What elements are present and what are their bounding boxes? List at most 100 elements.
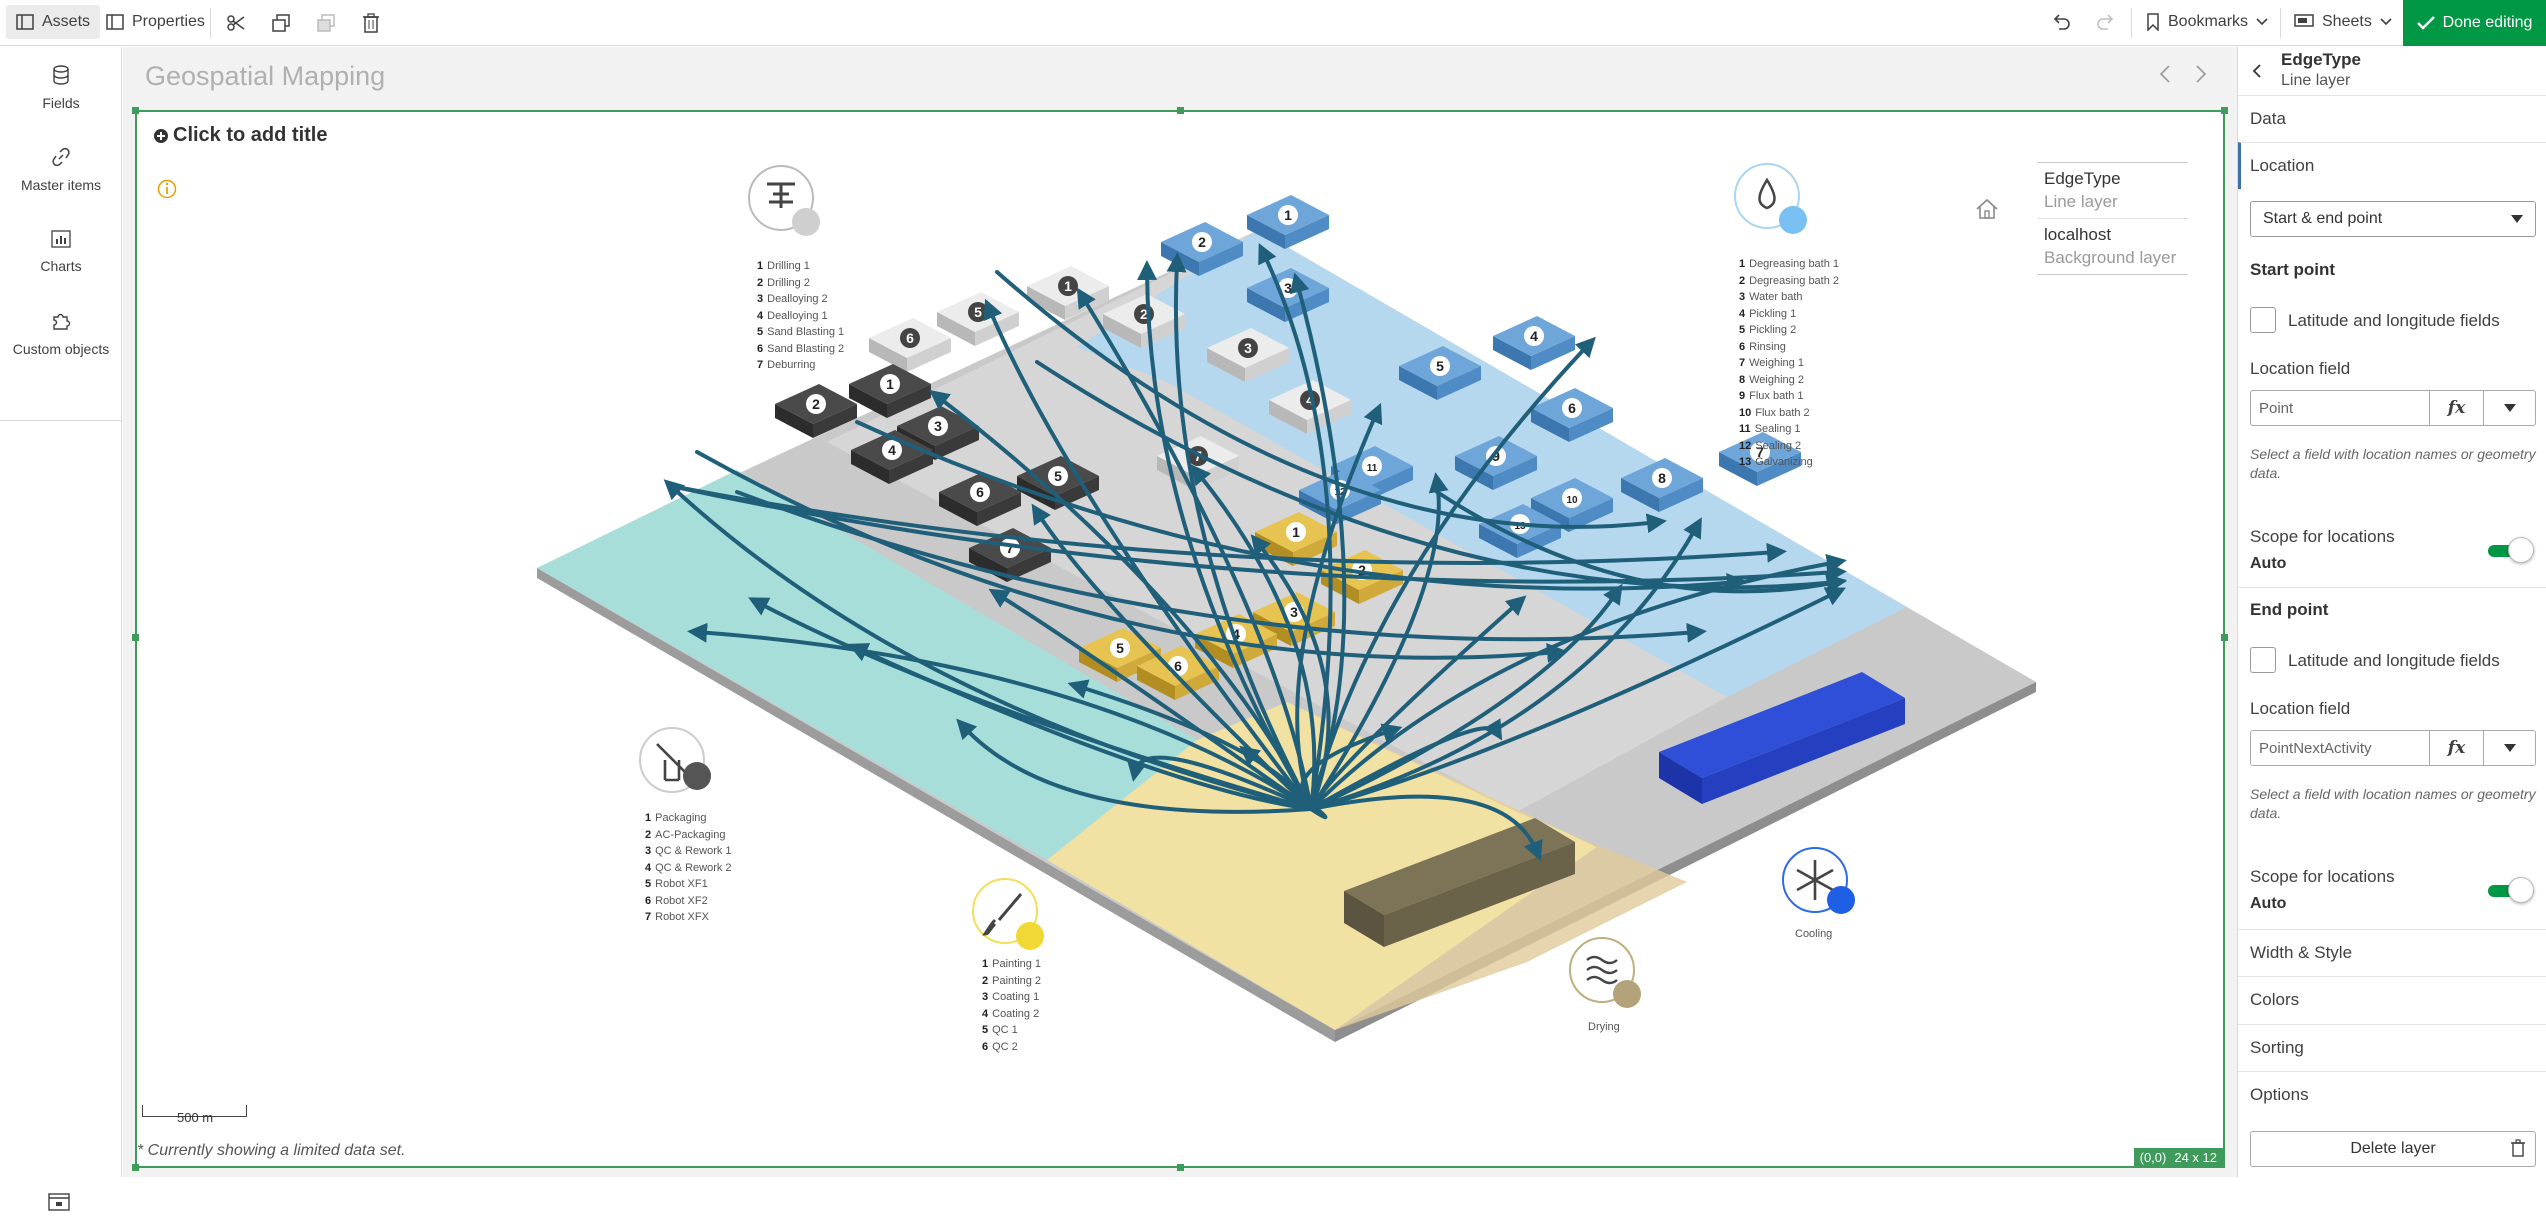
map-chart[interactable]: Click to add title 1 2 3 4 5 6 7 9 10 11 12 13 8: [132, 107, 2228, 1171]
nav-charts[interactable]: Charts: [0, 211, 122, 293]
list-item: 4 Coating 2: [982, 1007, 1040, 1020]
delete-layer-label: Delete layer: [2350, 1140, 2436, 1157]
packaging-zone-icon: [639, 727, 711, 793]
legend-item[interactable]: localhost Background layer: [2038, 219, 2188, 274]
svg-text:4: 4: [888, 442, 896, 458]
legend-item[interactable]: EdgeType Line layer: [2038, 163, 2188, 219]
nav-fields[interactable]: Fields: [0, 47, 122, 129]
section-location[interactable]: Location: [2238, 142, 2546, 189]
list-item: 2 AC-Packaging: [645, 828, 726, 841]
end-scope-toggle[interactable]: [2488, 877, 2536, 903]
end-location-field[interactable]: PointNextActivity fx: [2250, 730, 2536, 766]
end-location-field-input[interactable]: PointNextActivity: [2251, 731, 2429, 765]
trash-icon: [2511, 1139, 2525, 1157]
map-legend[interactable]: EdgeType Line layer localhost Background…: [2038, 162, 2188, 275]
properties-label: Properties: [132, 13, 205, 30]
fx-expression-button[interactable]: fx: [2429, 391, 2483, 425]
list-item: 3 Water bath: [1739, 291, 1803, 303]
properties-button[interactable]: Properties: [96, 5, 215, 39]
chevron-left-icon[interactable]: [2159, 65, 2171, 83]
nav-custom-objects-label: Custom objects: [12, 341, 110, 357]
link-icon: [52, 147, 70, 167]
cut-icon[interactable]: [221, 8, 251, 38]
list-item: 1 Drilling 1: [757, 260, 810, 272]
nav-custom-objects[interactable]: Custom objects: [0, 293, 122, 375]
done-editing-button[interactable]: Done editing: [2403, 0, 2546, 46]
section-width-style[interactable]: Width & Style: [2238, 929, 2546, 976]
field-dropdown-button[interactable]: [2483, 391, 2535, 425]
end-location-field-label: Location field: [2250, 699, 2351, 718]
svg-text:1: 1: [1284, 207, 1292, 223]
end-latlon-label: Latitude and longitude fields: [2288, 651, 2500, 670]
list-item: 7 Robot XFX: [645, 911, 709, 923]
svg-text:11: 11: [1367, 463, 1378, 474]
undo-icon[interactable]: [2046, 8, 2076, 38]
sheet-title[interactable]: Geospatial Mapping: [145, 61, 385, 92]
section-sorting[interactable]: Sorting: [2238, 1024, 2546, 1071]
end-location-hint: Select a field with location names or ge…: [2250, 786, 2536, 821]
list-item: 6 Sand Blasting 2: [757, 342, 845, 355]
list-item: 7 Weighing 1: [1739, 357, 1804, 369]
database-icon: [53, 65, 69, 85]
svg-text:1: 1: [1292, 524, 1300, 540]
start-scope-label: Scope for locations: [2250, 527, 2395, 546]
preview-icon[interactable]: [48, 1193, 70, 1216]
degreasing-station-list: 1 Degreasing bath 1 2 Degreasing bath 2 3W…: [1739, 256, 1839, 471]
list-item: 11 Sealing 1: [1739, 423, 1801, 435]
start-location-field[interactable]: Point fx: [2250, 390, 2536, 426]
nav-master-items-label: Master items: [20, 177, 102, 193]
chevron-down-icon: [2380, 18, 2392, 26]
paste-icon[interactable]: [311, 8, 341, 38]
list-item: 5 Sand Blasting 1: [757, 326, 845, 338]
svg-text:2: 2: [812, 396, 820, 412]
svg-text:1: 1: [886, 376, 894, 392]
svg-text:8: 8: [1658, 470, 1666, 486]
sheets-button[interactable]: Sheets: [2284, 5, 2402, 39]
coords-text: (0,0): [2139, 1149, 2167, 1165]
chevron-right-icon[interactable]: [2195, 65, 2207, 83]
fx-expression-button[interactable]: fx: [2429, 731, 2483, 765]
list-item: 2 Drilling 2: [757, 276, 810, 289]
bookmark-icon: [2147, 13, 2159, 31]
assets-button[interactable]: Assets: [6, 5, 101, 39]
field-dropdown-button[interactable]: [2483, 731, 2535, 765]
home-icon[interactable]: [1975, 198, 1999, 225]
panel-left-icon: [16, 14, 34, 30]
nav-charts-label: Charts: [40, 258, 82, 274]
legend-item-title: localhost: [2044, 225, 2112, 244]
checkmark-icon: [2416, 16, 2435, 30]
list-item: 6 Robot XF2: [645, 894, 708, 907]
packaging-station-list: 1 Packaging 2 AC-Packaging 3 QC & Rework 1 …: [645, 810, 732, 926]
start-latlon-checkbox[interactable]: [2250, 307, 2276, 333]
start-location-field-input[interactable]: Point: [2251, 391, 2429, 425]
section-options[interactable]: Options: [2238, 1071, 2546, 1118]
section-colors[interactable]: Colors: [2238, 976, 2546, 1023]
drying-zone-icon: [1569, 937, 1641, 1008]
start-latlon-label: Latitude and longitude fields: [2288, 311, 2500, 330]
svg-text:6: 6: [1568, 400, 1576, 416]
delete-layer-button[interactable]: Delete layer: [2250, 1131, 2536, 1167]
properties-panel: EdgeType Line layer Data Location Start …: [2237, 47, 2546, 1177]
list-item: 2 Painting 2: [982, 974, 1042, 987]
grid-position-badge: (0,0) 24 x 12: [2133, 1148, 2223, 1166]
redo-icon[interactable]: [2091, 8, 2121, 38]
bookmarks-button[interactable]: Bookmarks: [2136, 5, 2278, 39]
chevron-left-icon[interactable]: [2252, 64, 2262, 78]
svg-text:4: 4: [1530, 328, 1538, 344]
panel-right-icon: [106, 14, 124, 30]
start-location-hint: Select a field with location names or ge…: [2250, 446, 2536, 481]
layer-title: EdgeType: [2281, 50, 2361, 69]
end-latlon-checkbox[interactable]: [2250, 647, 2276, 673]
sheets-icon: [2294, 14, 2314, 27]
list-item: 8 Weighing 2: [1739, 373, 1804, 386]
location-mode-dropdown[interactable]: Start & end point: [2250, 201, 2536, 237]
nav-fields-label: Fields: [42, 95, 80, 111]
section-data[interactable]: Data: [2238, 95, 2546, 142]
list-item: 9 Flux bath 1: [1739, 390, 1804, 402]
copy-icon[interactable]: [266, 8, 296, 38]
legend-item-subtitle: Background layer: [2044, 248, 2177, 267]
delete-icon[interactable]: [356, 8, 386, 38]
start-scope-toggle[interactable]: [2488, 537, 2536, 563]
nav-master-items[interactable]: Master items: [0, 129, 122, 211]
svg-text:3: 3: [1290, 604, 1298, 620]
